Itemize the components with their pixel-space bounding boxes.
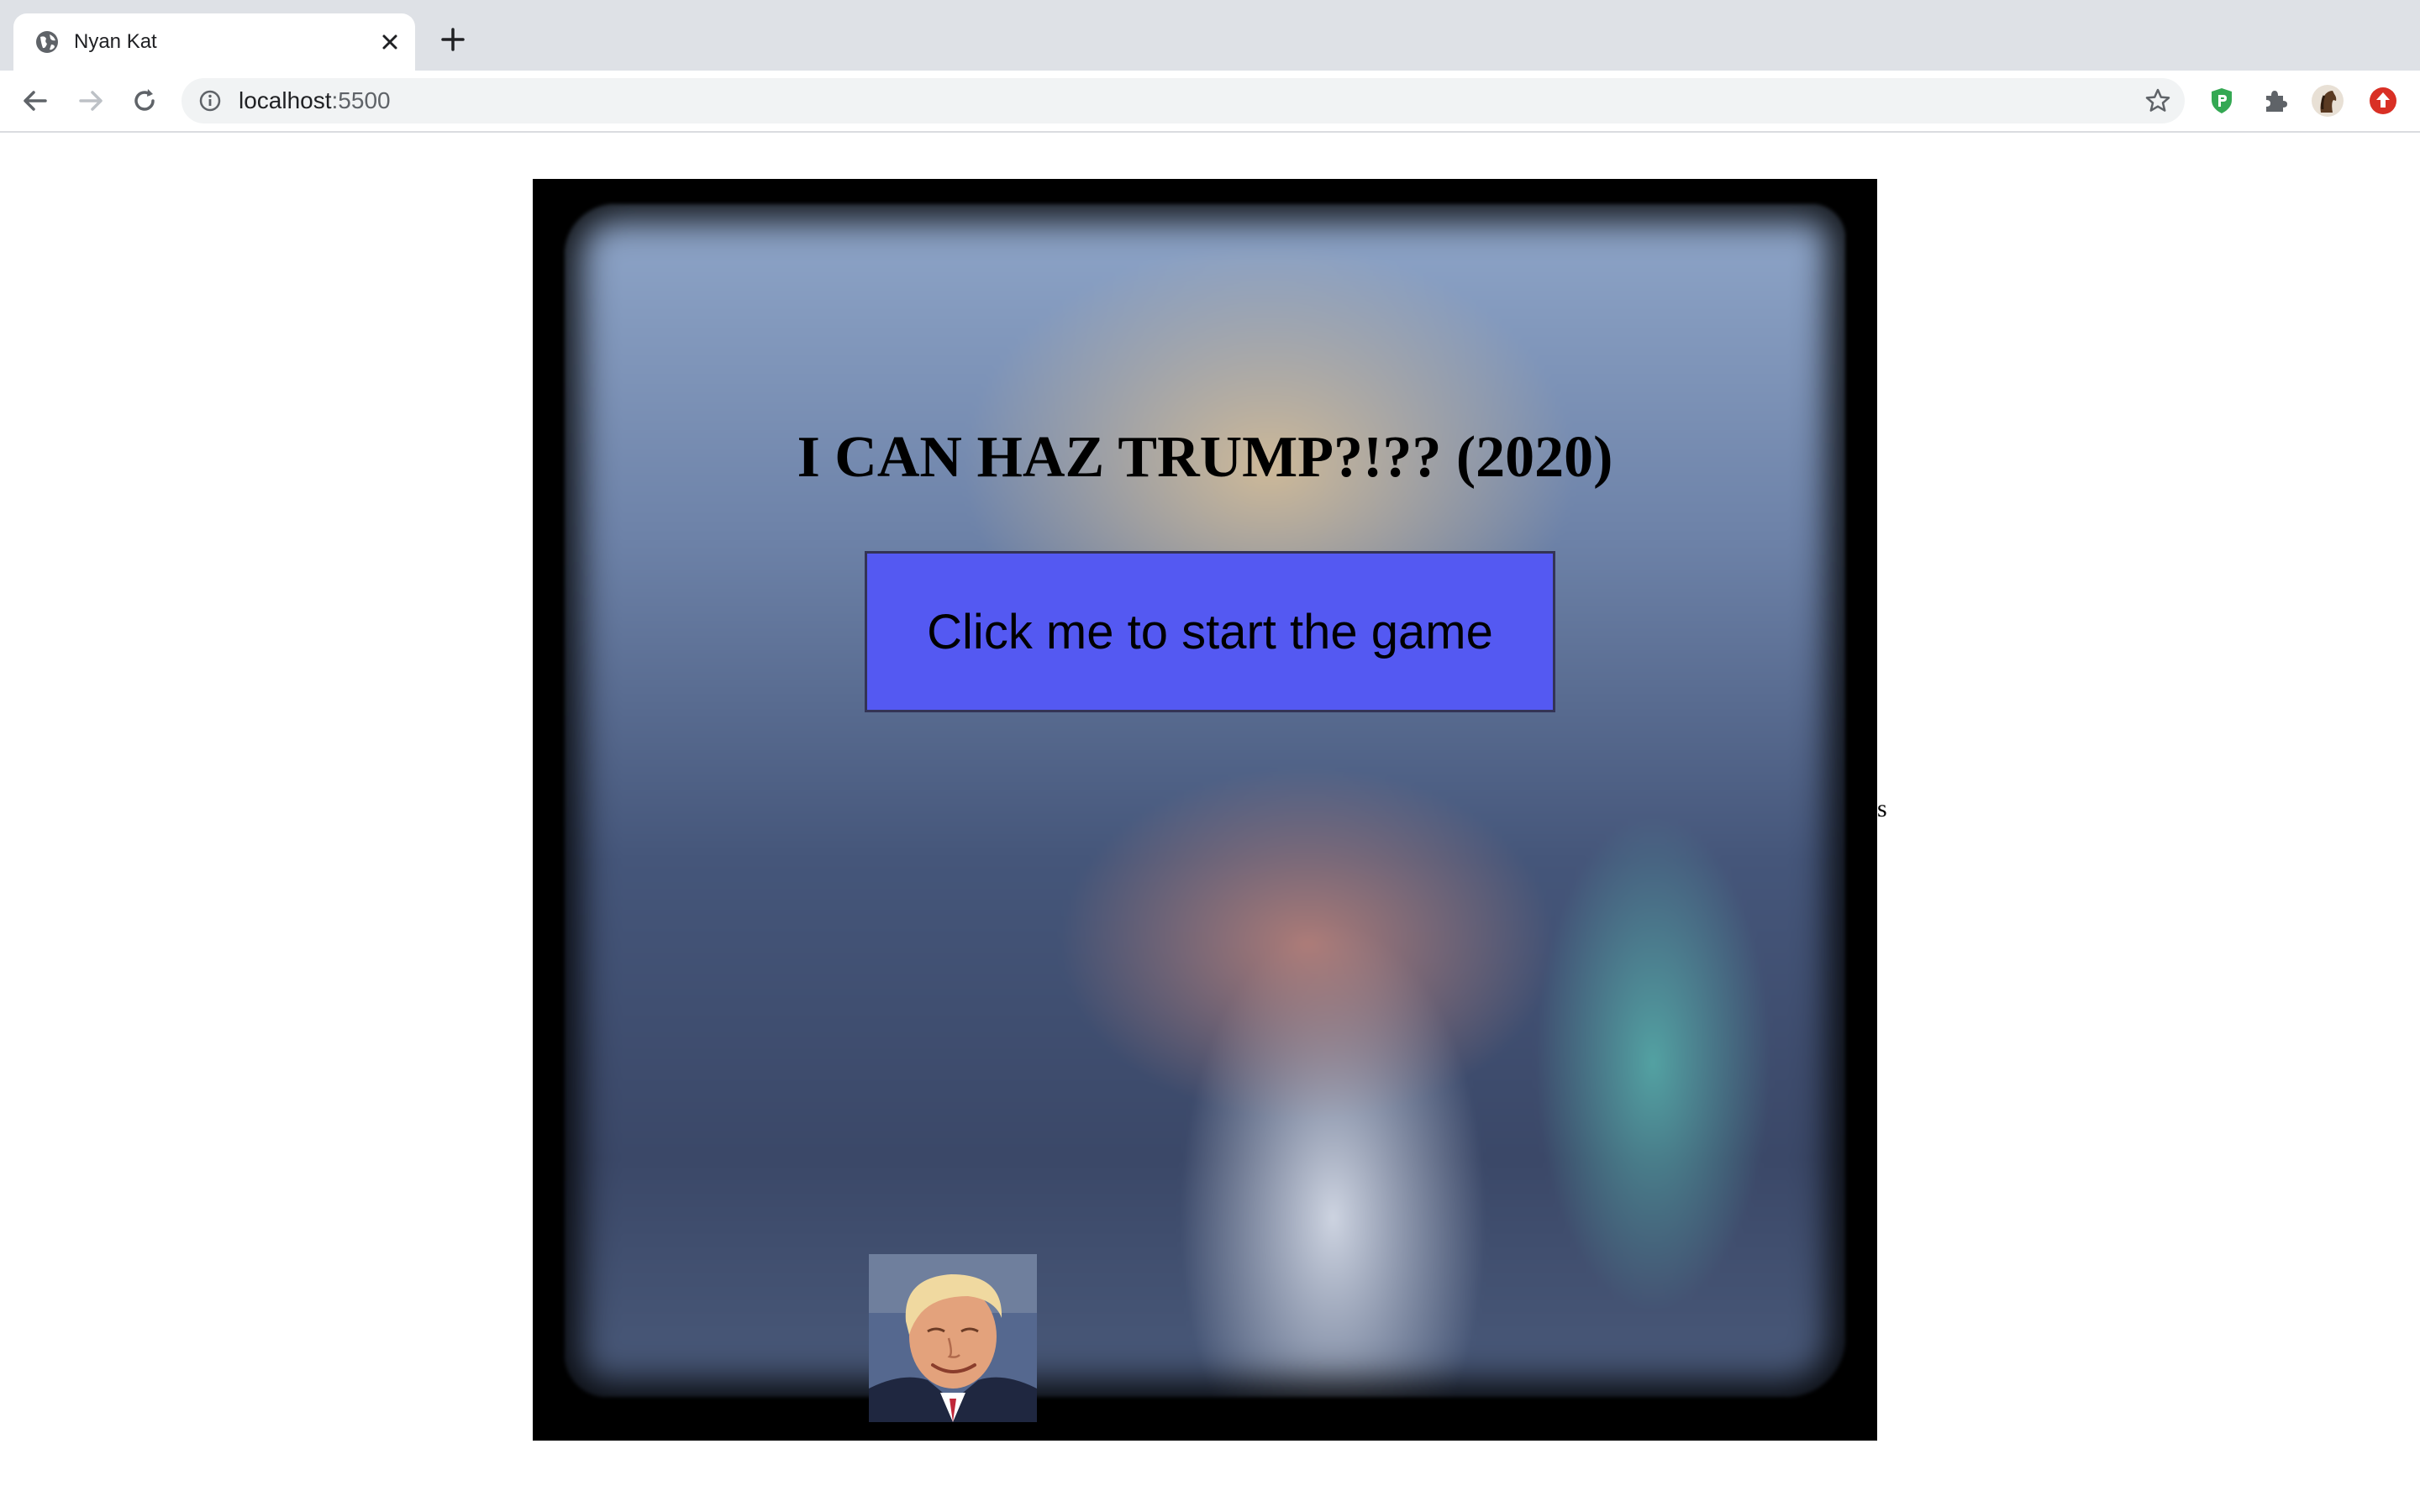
url-port: :5500 [331,87,391,113]
update-arrow-icon[interactable] [2366,84,2400,118]
start-game-button[interactable]: Click me to start the game [865,551,1555,712]
game-frame: I CAN HAZ TRUMP?!?? (2020) Click me to s… [533,179,1877,1441]
tab-strip: Nyan Kat [0,0,2420,71]
tab-title: Nyan Kat [74,30,157,53]
bookmark-star-icon[interactable] [2143,86,2173,116]
url-host: localhost [239,87,332,113]
player-face-image[interactable] [869,1254,1037,1422]
extensions-puzzle-icon[interactable] [2259,84,2292,118]
stray-text: s [1877,795,1887,822]
address-bar[interactable]: localhost:5500 [182,78,2185,123]
new-tab-button[interactable] [435,22,471,57]
game-title: I CAN HAZ TRUMP?!?? (2020) [797,425,1613,490]
reload-icon[interactable] [128,84,161,118]
globe-icon [36,31,58,53]
shield-extension-icon[interactable] [2205,84,2238,118]
close-icon[interactable] [375,27,405,57]
horse-avatar-icon[interactable] [2311,84,2344,118]
forward-arrow-icon[interactable] [74,84,108,118]
blurred-background-image [565,204,1845,1397]
info-icon[interactable] [197,87,224,114]
url-text: localhost:5500 [239,87,391,114]
back-arrow-icon[interactable] [18,84,52,118]
tab-nyan-kat[interactable]: Nyan Kat [13,13,415,71]
browser-toolbar: localhost:5500 [0,71,2420,133]
